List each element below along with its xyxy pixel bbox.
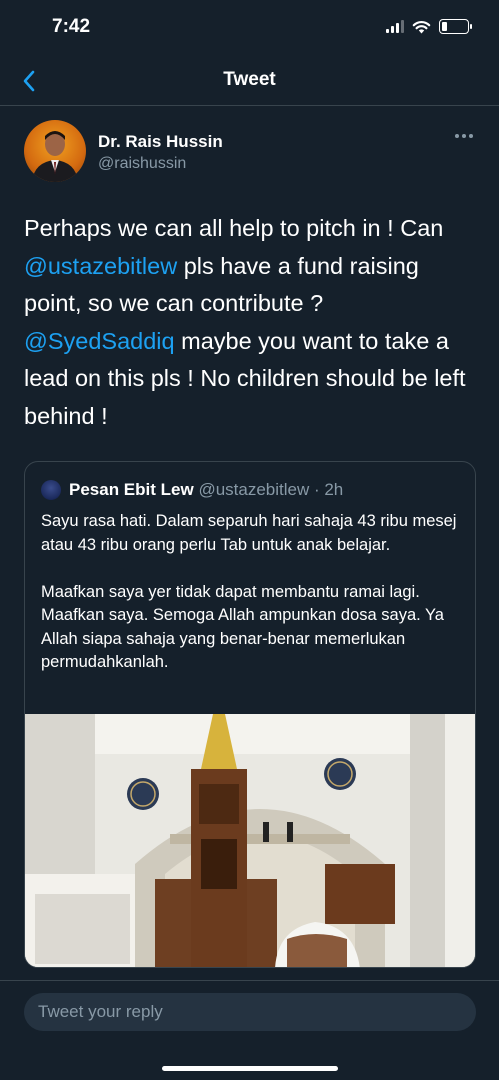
reply-input[interactable]: Tweet your reply	[24, 993, 476, 1031]
more-horizontal-icon	[455, 134, 459, 138]
cellular-signal-icon	[386, 20, 404, 33]
page-title: Tweet	[223, 69, 276, 90]
more-options-button[interactable]	[455, 134, 473, 138]
quoted-tweet-image[interactable]	[25, 714, 476, 968]
quoted-author-name: Pesan Ebit Lew	[69, 480, 194, 499]
mention-link[interactable]: @ustazebitlew	[24, 253, 177, 279]
nav-bar: Tweet	[0, 56, 499, 106]
reply-bar: Tweet your reply	[0, 980, 499, 1080]
tweet-text-part: Perhaps we can all help to pitch in ! Ca…	[24, 215, 444, 241]
quoted-tweet-text: Sayu rasa hati. Dalam separuh hari sahaj…	[41, 512, 457, 671]
tweet-text: Perhaps we can all help to pitch in ! Ca…	[24, 210, 479, 435]
author-handle[interactable]: @raishussin	[98, 155, 186, 173]
status-time: 7:42	[52, 16, 91, 37]
battery-icon	[439, 19, 472, 34]
quoted-author-handle: @ustazebitlew · 2h	[198, 480, 344, 499]
author-avatar[interactable]	[24, 120, 86, 182]
mention-link[interactable]: @SyedSaddiq	[24, 328, 175, 354]
status-bar: 7:42	[0, 0, 499, 56]
wifi-icon	[412, 20, 431, 33]
status-icons	[386, 19, 472, 34]
author-name[interactable]: Dr. Rais Hussin	[98, 132, 223, 152]
quoted-author-avatar	[41, 480, 61, 500]
quoted-tweet[interactable]: Pesan Ebit Lew @ustazebitlew · 2h Sayu r…	[24, 461, 476, 968]
quoted-tweet-header: Pesan Ebit Lew @ustazebitlew · 2h	[69, 480, 343, 500]
home-indicator[interactable]	[162, 1066, 338, 1071]
